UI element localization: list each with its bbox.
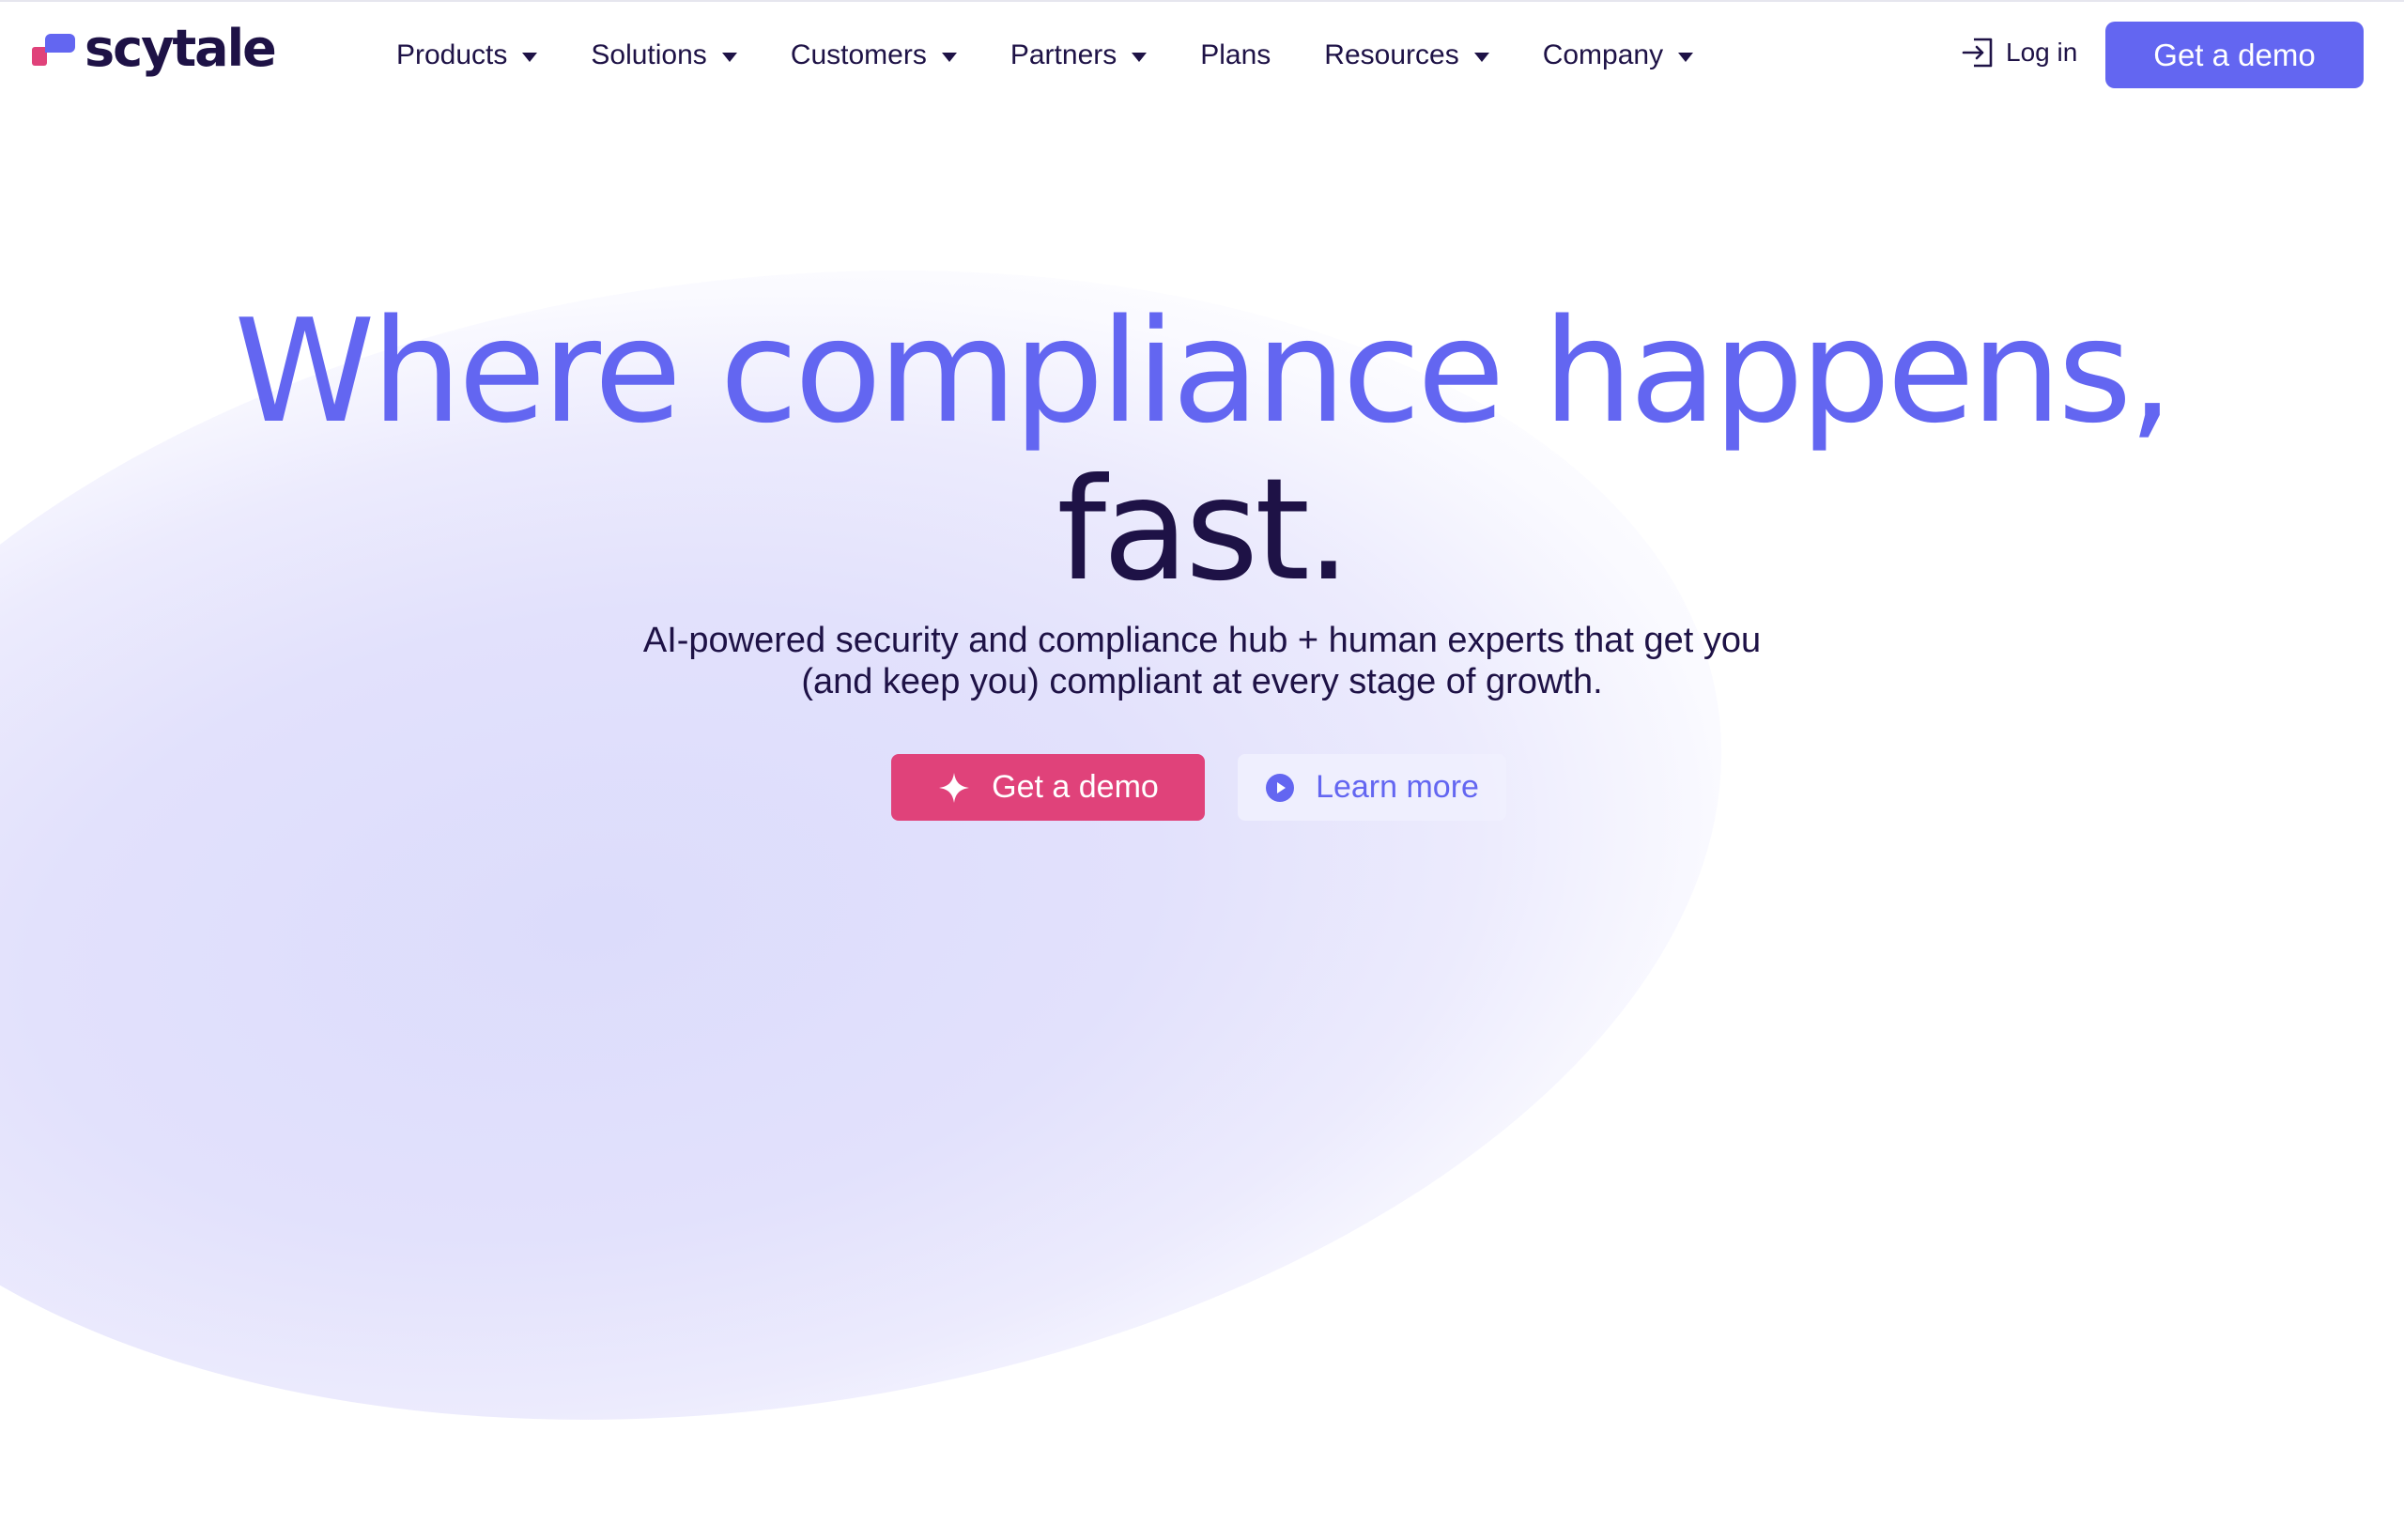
nav-item-label: Products [396, 39, 508, 70]
nav-item-resources[interactable]: Resources [1324, 39, 1489, 71]
get-a-demo-button[interactable]: Get a demo [2105, 22, 2364, 88]
top-border [0, 0, 2404, 2]
main-nav: Products Solutions Customers Partners Pl… [396, 0, 1747, 111]
caret-down-icon [1473, 53, 1489, 62]
login-label: Log in [2006, 38, 2078, 67]
caret-down-icon [941, 53, 957, 62]
caret-down-icon [721, 53, 737, 62]
learn-more-label: Learn more [1316, 769, 1479, 805]
nav-item-company[interactable]: Company [1542, 39, 1694, 71]
hero-subtitle: AI-powered security and compliance hub +… [545, 620, 1859, 702]
hero-subtitle-line1: AI-powered security and compliance hub +… [642, 621, 1762, 660]
nav-item-label: Customers [790, 39, 927, 70]
caret-down-icon [1132, 53, 1148, 62]
nav-item-label: Partners [1009, 39, 1117, 70]
hero-get-a-demo-button[interactable]: Get a demo [891, 754, 1205, 821]
nav-item-label: Company [1542, 39, 1664, 70]
hero-subtitle-line2: (and keep you) compliant at every stage … [801, 662, 1603, 701]
nav-item-label: Solutions [591, 39, 707, 70]
logo[interactable]: scytale [32, 19, 277, 78]
site-header: scytale Products Solutions Customers Par… [0, 0, 2404, 111]
nav-item-products[interactable]: Products [396, 39, 538, 71]
login-link[interactable]: Log in [1961, 36, 2077, 69]
nav-item-partners[interactable]: Partners [1009, 39, 1148, 71]
learn-more-button[interactable]: Learn more [1238, 754, 1506, 821]
nav-item-label: Plans [1200, 39, 1271, 70]
nav-item-solutions[interactable]: Solutions [591, 39, 737, 71]
logo-mark-icon [32, 30, 79, 68]
hero-headline-line2: fast. [1056, 449, 1350, 612]
hero-headline-line1: Where compliance happens, [234, 288, 2173, 454]
nav-item-customers[interactable]: Customers [791, 39, 957, 71]
play-circle-icon [1266, 773, 1295, 802]
hero-get-a-demo-label: Get a demo [992, 769, 1159, 805]
nav-item-label: Resources [1324, 39, 1459, 70]
nav-item-plans[interactable]: Plans [1200, 39, 1271, 71]
caret-down-icon [522, 53, 538, 62]
logo-text: scytale [85, 19, 277, 78]
sparkle-icon [939, 772, 970, 803]
caret-down-icon [1678, 53, 1694, 62]
login-icon [1962, 38, 1993, 68]
